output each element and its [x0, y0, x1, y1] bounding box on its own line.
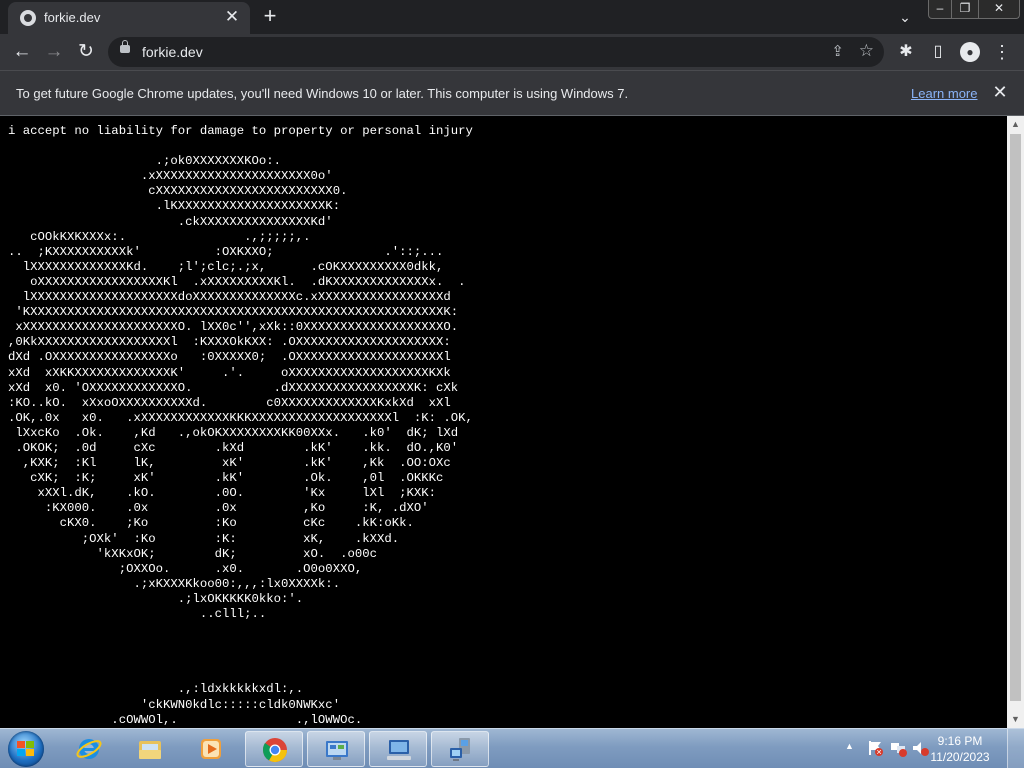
- taskbar-network-tool[interactable]: [431, 731, 489, 767]
- network-computer-icon: [450, 738, 470, 761]
- action-center-flag-icon[interactable]: ✕: [866, 739, 884, 757]
- window-close-button[interactable]: ✕: [978, 0, 1020, 19]
- taskbar-control-panel[interactable]: [307, 731, 365, 767]
- chrome-icon: [262, 738, 287, 763]
- forward-arrow-icon[interactable]: →: [40, 38, 68, 66]
- tab-title: forkie.dev: [44, 10, 101, 25]
- back-arrow-icon[interactable]: ←: [8, 38, 36, 66]
- tab-search-chevron-icon[interactable]: ⌄: [894, 6, 916, 28]
- show-hidden-icons-arrow[interactable]: ▲: [845, 741, 854, 751]
- windows-taskbar: ▲ ✕ 9:16 PM 11/20/2023: [0, 728, 1024, 768]
- taskbar-file-explorer[interactable]: [121, 731, 179, 767]
- address-bar[interactable]: forkie.dev ⇪ ☆: [108, 37, 884, 67]
- browser-tab[interactable]: forkie.dev ✕: [8, 2, 250, 34]
- start-button[interactable]: [6, 731, 46, 767]
- new-tab-button[interactable]: +: [258, 5, 282, 29]
- minimize-button[interactable]: –: [928, 0, 952, 19]
- globe-favicon-icon: [20, 10, 36, 26]
- bookmark-star-icon[interactable]: ☆: [859, 41, 874, 61]
- learn-more-link[interactable]: Learn more: [911, 86, 977, 101]
- remote-desktop-icon: [387, 740, 411, 760]
- lock-icon[interactable]: [120, 40, 130, 53]
- side-panel-icon[interactable]: ▯: [926, 40, 950, 64]
- control-panel-icon: [326, 741, 348, 760]
- tab-strip: forkie.dev ✕ + ⌄ – ❐ ✕: [0, 0, 1024, 34]
- internet-explorer-icon: [76, 739, 102, 759]
- page-text: i accept no liability for damage to prop…: [8, 124, 473, 728]
- network-status-icon[interactable]: [889, 739, 907, 757]
- disclaimer-text: i accept no liability for damage to prop…: [8, 124, 473, 138]
- clock-time: 9:16 PM: [937, 734, 983, 748]
- clock-date: 11/20/2023: [930, 750, 990, 764]
- media-player-icon: [201, 739, 221, 759]
- tab-close-icon[interactable]: ✕: [222, 7, 242, 27]
- volume-muted-icon[interactable]: [911, 739, 929, 757]
- ascii-art: .;ok0XXXXXXXKOo:. .xXXXXXXXXXXXXXXXXXXXX…: [8, 154, 473, 728]
- taskbar-media-player[interactable]: [182, 731, 240, 767]
- web-page-content: i accept no liability for damage to prop…: [0, 116, 1007, 728]
- system-clock[interactable]: 9:16 PM 11/20/2023: [930, 733, 990, 765]
- scrollbar-thumb[interactable]: [1010, 134, 1021, 701]
- restore-button[interactable]: ❐: [951, 0, 979, 19]
- url-text[interactable]: forkie.dev: [142, 44, 203, 60]
- reload-icon[interactable]: ↻: [72, 38, 100, 66]
- infobar-close-icon[interactable]: ✕: [990, 82, 1010, 102]
- share-icon[interactable]: ⇪: [831, 42, 844, 60]
- scroll-up-arrow-icon[interactable]: ▲: [1007, 116, 1024, 133]
- taskbar-remote-desktop[interactable]: [369, 731, 427, 767]
- scroll-down-arrow-icon[interactable]: ▼: [1007, 711, 1024, 728]
- extensions-puzzle-icon[interactable]: ✱: [894, 40, 918, 64]
- infobar-message: To get future Google Chrome updates, you…: [16, 86, 629, 101]
- update-infobar: To get future Google Chrome updates, you…: [0, 70, 1024, 116]
- taskbar-internet-explorer[interactable]: [60, 731, 118, 767]
- vertical-scrollbar[interactable]: ▲ ▼: [1007, 116, 1024, 728]
- windows-flag-icon: [17, 741, 35, 757]
- profile-avatar-icon[interactable]: ●: [958, 40, 982, 64]
- svg-text:✕: ✕: [876, 750, 882, 757]
- folder-icon: [139, 741, 161, 759]
- browser-toolbar: ← → ↻ forkie.dev ⇪ ☆ ✱ ▯ ● ⋮: [0, 34, 1024, 70]
- show-desktop-button[interactable]: [1007, 729, 1024, 768]
- taskbar-chrome[interactable]: [245, 731, 303, 767]
- kebab-menu-icon[interactable]: ⋮: [990, 40, 1014, 64]
